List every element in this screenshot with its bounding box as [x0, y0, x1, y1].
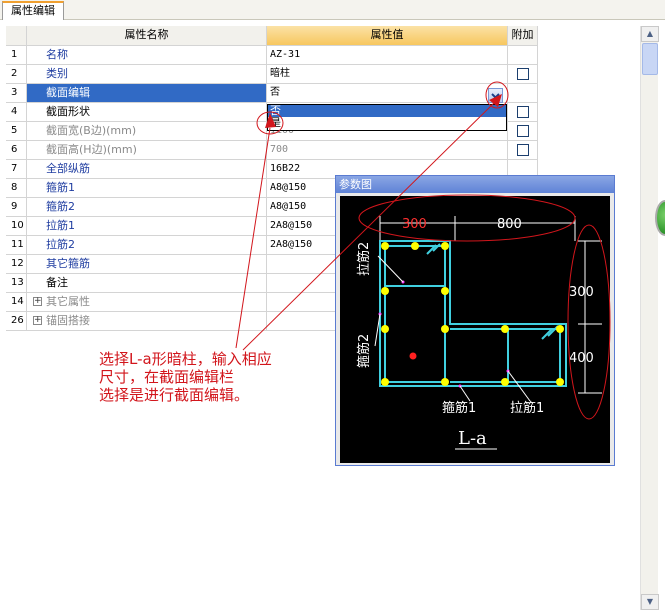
- property-name-text: 其它属性: [46, 295, 90, 308]
- dim-400: 400: [569, 351, 594, 366]
- property-name-text: 拉筋1: [46, 219, 75, 232]
- row-number: 8: [6, 179, 27, 198]
- property-add-cell: [508, 122, 538, 141]
- scroll-up-icon[interactable]: ▲: [641, 26, 659, 42]
- row-number: 7: [6, 160, 27, 179]
- dim-300-top: 300: [402, 217, 427, 232]
- dropdown-list: 否 是: [267, 104, 507, 131]
- row-number: 11: [6, 236, 27, 255]
- row-number: 4: [6, 103, 27, 122]
- scroll-thumb[interactable]: [642, 43, 658, 75]
- dropdown-button[interactable]: [488, 88, 503, 103]
- label-gujin1: 箍筋1: [442, 400, 476, 416]
- property-name[interactable]: 拉筋2: [27, 236, 267, 255]
- property-name[interactable]: 拉筋1: [27, 217, 267, 236]
- dropdown-option-no[interactable]: 否: [268, 105, 506, 117]
- section-diagram: 300 800 300 400 拉筋2 箍筋2 箍筋1 拉筋1 L-a: [340, 196, 610, 463]
- row-number: 6: [6, 141, 27, 160]
- panel-title: 参数图: [336, 176, 614, 193]
- table-row[interactable]: 6 截面高(H边)(mm) 700: [6, 141, 538, 160]
- row-number: 14: [6, 293, 27, 312]
- property-name-text: 锚固搭接: [46, 314, 90, 327]
- note-line-1: 选择L-a形暗柱，输入相应: [99, 350, 272, 368]
- instruction-note: 选择L-a形暗柱，输入相应 尺寸，在截面编辑栏 选择是进行截面编辑。: [99, 350, 272, 404]
- add-checkbox[interactable]: [517, 106, 529, 118]
- property-name-text: 全部纵筋: [46, 162, 90, 175]
- property-name[interactable]: 截面形状: [27, 103, 267, 122]
- row-number: 1: [6, 46, 27, 65]
- dim-300-right: 300: [569, 285, 594, 300]
- property-name-text: 其它箍筋: [46, 257, 90, 270]
- property-name[interactable]: 截面编辑: [27, 84, 267, 103]
- property-name[interactable]: 箍筋2: [27, 198, 267, 217]
- property-name-text: 箍筋2: [46, 200, 75, 213]
- property-value[interactable]: 否: [267, 84, 508, 103]
- add-checkbox[interactable]: [517, 125, 529, 137]
- reference-diagram-panel: 参数图 300 800 300 400 拉筋2 箍筋2 箍筋1 拉筋1 L-a: [335, 175, 615, 466]
- shape-label: L-a: [458, 428, 487, 449]
- add-checkbox[interactable]: [517, 68, 529, 80]
- dim-800: 800: [497, 217, 522, 232]
- property-name-text: 备注: [46, 276, 68, 289]
- property-name[interactable]: 截面宽(B边)(mm): [27, 122, 267, 141]
- add-checkbox[interactable]: [517, 144, 529, 156]
- note-line-2: 尺寸，在截面编辑栏: [99, 368, 235, 386]
- dropdown-option-yes[interactable]: 是: [268, 117, 506, 129]
- property-name[interactable]: 类别: [27, 65, 267, 84]
- property-name[interactable]: 箍筋1: [27, 179, 267, 198]
- expand-icon[interactable]: +: [33, 316, 42, 325]
- property-name[interactable]: 截面高(H边)(mm): [27, 141, 267, 160]
- header-value[interactable]: 属性值: [267, 26, 508, 46]
- row-number: 26: [6, 312, 27, 331]
- property-add-cell: [508, 103, 538, 122]
- note-line-3: 选择是进行截面编辑。: [99, 386, 250, 404]
- row-number: 10: [6, 217, 27, 236]
- table-row[interactable]: 1 名称 AZ-31: [6, 46, 538, 65]
- label-lajin1: 拉筋1: [510, 400, 544, 416]
- property-value[interactable]: 700: [267, 141, 508, 160]
- property-name[interactable]: 备注: [27, 274, 267, 293]
- property-add-cell: [508, 141, 538, 160]
- property-name[interactable]: + 其它属性: [27, 293, 267, 312]
- expand-icon[interactable]: +: [33, 297, 42, 306]
- property-name[interactable]: + 锚固搭接: [27, 312, 267, 331]
- header-add[interactable]: 附加: [508, 26, 538, 46]
- label-lajin2: 拉筋2: [356, 242, 372, 276]
- property-name[interactable]: 名称: [27, 46, 267, 65]
- row-number: 2: [6, 65, 27, 84]
- property-add-cell: [508, 84, 538, 103]
- row-number: 12: [6, 255, 27, 274]
- property-add-cell: [508, 65, 538, 84]
- l-shape-column-diagram: 300 800 300 400 拉筋2 箍筋2 箍筋1 拉筋1 L-a: [356, 216, 602, 450]
- property-name-text: 截面高(H边)(mm): [46, 143, 137, 156]
- scroll-down-icon[interactable]: ▼: [641, 594, 659, 610]
- label-gujin2: 箍筋2: [356, 334, 372, 368]
- property-name-text: 截面编辑: [46, 86, 90, 99]
- property-name-text: 截面形状: [46, 105, 90, 118]
- property-name[interactable]: 全部纵筋: [27, 160, 267, 179]
- table-row[interactable]: 2 类别 暗柱: [6, 65, 538, 84]
- property-value[interactable]: AZ-31: [267, 46, 508, 65]
- table-row[interactable]: 3 截面编辑 否: [6, 84, 538, 103]
- tab-bar: 属性编辑: [0, 0, 665, 20]
- header-name[interactable]: 属性名称: [27, 26, 267, 46]
- row-number: 9: [6, 198, 27, 217]
- vertical-scrollbar[interactable]: ▲ ▼: [640, 26, 659, 610]
- property-value[interactable]: 暗柱: [267, 65, 508, 84]
- property-name-text: 拉筋2: [46, 238, 75, 251]
- chevron-down-icon: [491, 93, 500, 99]
- row-number: 13: [6, 274, 27, 293]
- property-name-text: 类别: [46, 67, 68, 80]
- grid-header: 属性名称 属性值 附加: [6, 26, 538, 46]
- row-number: 5: [6, 122, 27, 141]
- property-name-text: 名称: [46, 48, 68, 61]
- property-add-cell: [508, 46, 538, 65]
- property-name-text: 截面宽(B边)(mm): [46, 124, 137, 137]
- tab-property-edit[interactable]: 属性编辑: [2, 1, 64, 20]
- row-number: 3: [6, 84, 27, 103]
- property-name[interactable]: 其它箍筋: [27, 255, 267, 274]
- header-num: [6, 26, 27, 46]
- property-name-text: 箍筋1: [46, 181, 75, 194]
